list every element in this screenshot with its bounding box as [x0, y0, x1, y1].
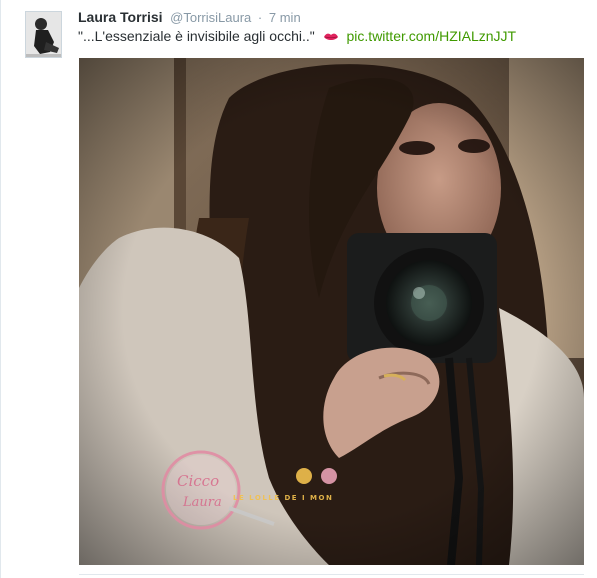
tweet-timestamp[interactable]: 7 min	[269, 10, 301, 25]
author-name[interactable]: Laura Torrisi	[78, 9, 163, 25]
avatar[interactable]	[25, 11, 62, 58]
tweet-photo[interactable]: Cicco Laura LE LOLLE DE I MON	[79, 58, 584, 565]
kiss-lips-icon	[323, 33, 338, 40]
svg-text:LE LOLLE DE I MON: LE LOLLE DE I MON	[233, 494, 333, 502]
tweet-header: Laura Torrisi @TorrisiLaura · 7 min	[78, 9, 301, 27]
svg-text:Cicco: Cicco	[177, 472, 219, 490]
tweet-card: Laura Torrisi @TorrisiLaura · 7 min "...…	[0, 0, 597, 578]
tweet-divider	[79, 574, 584, 575]
svg-text:Laura: Laura	[182, 495, 222, 510]
tweet-media-link[interactable]: pic.twitter.com/HZIALznJJT	[347, 28, 517, 44]
tweet-text-body: "...L'essenziale è invisibile agli occhi…	[78, 28, 315, 44]
avatar-image	[26, 12, 61, 57]
header-separator: ·	[257, 10, 263, 25]
selfie-photo-image: Cicco Laura LE LOLLE DE I MON	[79, 58, 584, 565]
tweet-text: "...L'essenziale è invisibile agli occhi…	[78, 28, 516, 48]
author-handle[interactable]: @TorrisiLaura	[170, 10, 251, 25]
